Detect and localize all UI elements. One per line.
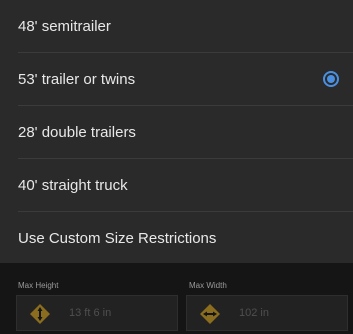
max-height-value: 13 ft 6 in — [69, 307, 112, 319]
option-label: 40' straight truck — [18, 176, 128, 194]
option-label: Use Custom Size Restrictions — [18, 229, 217, 247]
option-label: 48' semitrailer — [18, 17, 111, 35]
custom-size-panel: Max Height 13 ft 6 in Max Width 102 in — [0, 263, 353, 334]
max-height-label: Max Height — [18, 281, 59, 290]
max-width-label: Max Width — [189, 281, 227, 290]
width-sign-icon — [200, 304, 220, 324]
max-width-field[interactable]: 102 in — [186, 295, 348, 331]
selected-radio-icon[interactable] — [323, 71, 339, 87]
option-28ft-double-trailers[interactable]: 28' double trailers — [0, 106, 353, 158]
max-width-value: 102 in — [239, 307, 269, 319]
option-53ft-trailer-or-twins[interactable]: 53' trailer or twins — [0, 53, 353, 105]
option-40ft-straight-truck[interactable]: 40' straight truck — [0, 159, 353, 211]
option-label: 28' double trailers — [18, 123, 136, 141]
option-48ft-semitrailer[interactable]: 48' semitrailer — [0, 0, 353, 52]
truck-size-options-list: 48' semitrailer 53' trailer or twins 28'… — [0, 0, 353, 263]
height-sign-icon — [30, 304, 50, 324]
max-height-field[interactable]: 13 ft 6 in — [16, 295, 178, 331]
option-label: 53' trailer or twins — [18, 70, 136, 88]
option-use-custom-size-restrictions[interactable]: Use Custom Size Restrictions — [0, 212, 353, 264]
